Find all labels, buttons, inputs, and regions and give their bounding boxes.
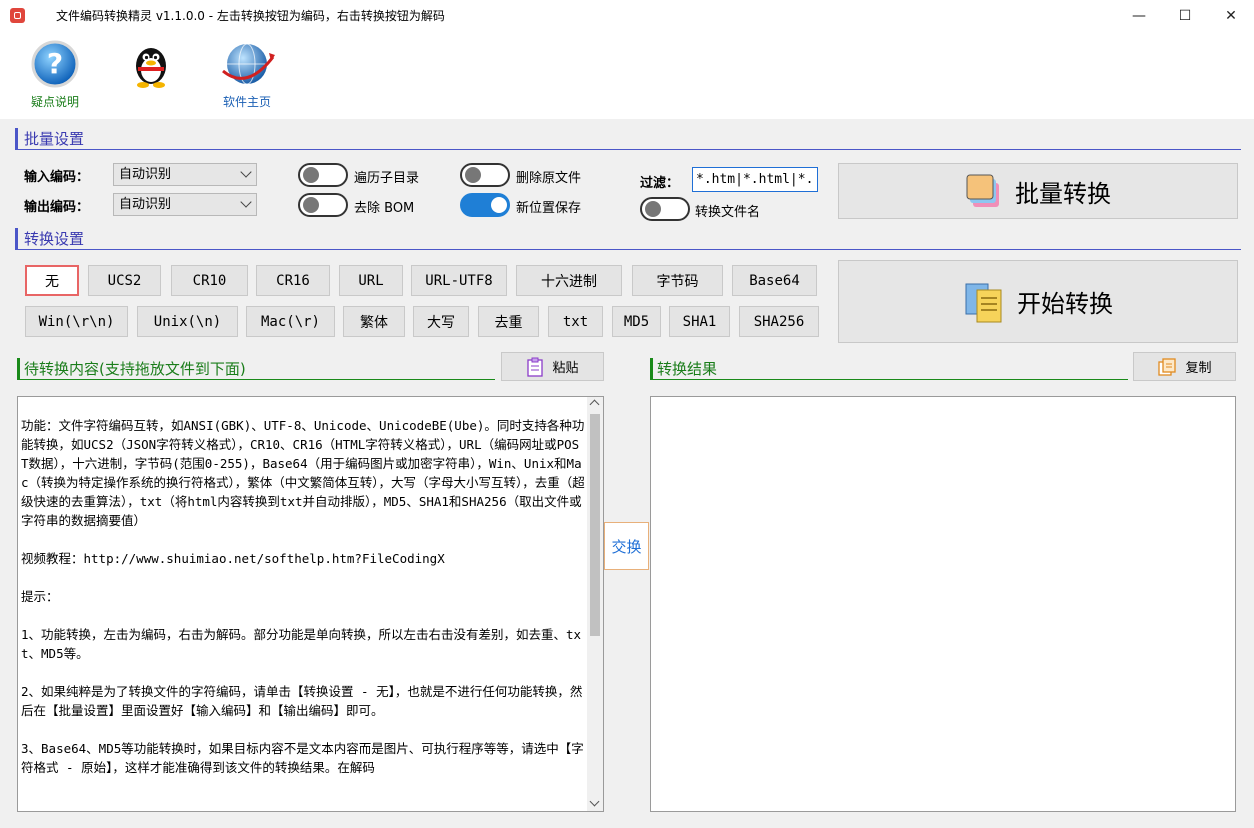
toggle-knob [491, 197, 507, 213]
mode-url-utf8-button[interactable]: URL-UTF8 [411, 265, 507, 296]
toggle-delete-source[interactable] [460, 163, 510, 187]
mode-sha256-button[interactable]: SHA256 [739, 306, 819, 337]
window-title: 文件编码转换精灵 v1.1.0.0 - 左击转换按钮为编码，右击转换按钮为解码 [56, 9, 445, 23]
toggle-newloc-label: 新位置保存 [516, 201, 582, 216]
toggle-delete-label: 删除原文件 [516, 171, 582, 186]
document-icon [965, 283, 1002, 322]
close-icon: ✕ [1225, 7, 1237, 24]
mode-bytecode-button[interactable]: 字节码 [632, 265, 723, 296]
mode-cr10-button[interactable]: CR10 [171, 265, 248, 296]
scroll-up-icon[interactable] [589, 399, 600, 410]
mode-md5-button[interactable]: MD5 [612, 306, 661, 337]
paste-label: 粘贴 [552, 361, 579, 376]
batch-convert-label: 批量转换 [1015, 179, 1111, 208]
convert-section-title: 转换设置 [15, 228, 1241, 250]
mode-ucs2-button[interactable]: UCS2 [88, 265, 161, 296]
app-icon [10, 8, 25, 23]
minimize-icon: — [1132, 7, 1146, 24]
chevron-down-icon [240, 166, 252, 178]
toggle-bom-label: 去除 BOM [354, 201, 415, 216]
maximize-icon: ☐ [1178, 7, 1192, 24]
mode-win-button[interactable]: Win(\r\n) [25, 306, 128, 337]
mode-url-button[interactable]: URL [339, 265, 403, 296]
mode-none-button[interactable]: 无 [25, 265, 79, 296]
start-convert-button[interactable]: 开始转换 [838, 260, 1238, 343]
input-encoding-value: 自动识别 [119, 167, 172, 182]
qq-penguin-icon [136, 48, 166, 88]
scroll-down-icon[interactable] [589, 796, 600, 807]
result-pane-title: 转换结果 [650, 358, 1128, 380]
layers-icon [966, 174, 999, 207]
input-encoding-label: 输入编码： [24, 170, 90, 185]
toolbar: ? 疑点说明 软件主页 [0, 31, 1254, 119]
source-scrollbar[interactable] [587, 397, 603, 811]
toggle-bom[interactable] [298, 193, 348, 217]
toggle-subdirs-label: 遍历子目录 [354, 171, 420, 186]
toggle-knob [645, 201, 661, 217]
filter-label: 过滤： [640, 176, 680, 191]
home-label: 软件主页 [222, 95, 271, 109]
batch-section-title: 批量设置 [15, 128, 1241, 150]
clipboard-icon [527, 357, 544, 377]
toggle-rename-label: 转换文件名 [695, 205, 761, 220]
svg-text:?: ? [47, 47, 63, 80]
maximize-button[interactable]: ☐ [1162, 0, 1208, 31]
source-textarea[interactable]: 功能：文件字符编码互转，如ANSI(GBK)、UTF-8、Unicode、Uni… [17, 396, 604, 812]
result-textarea[interactable] [650, 396, 1236, 812]
mode-traditional-button[interactable]: 繁体 [343, 306, 405, 337]
source-text: 功能：文件字符编码互转，如ANSI(GBK)、UTF-8、Unicode、Uni… [21, 418, 585, 775]
output-encoding-label: 输出编码： [24, 200, 90, 215]
mode-dedupe-button[interactable]: 去重 [478, 306, 539, 337]
help-tool[interactable]: ? 疑点说明 [15, 39, 95, 110]
help-icon: ? [31, 40, 79, 88]
toggle-rename[interactable] [640, 197, 690, 221]
toggle-knob [303, 197, 319, 213]
qq-tool[interactable] [111, 39, 191, 89]
help-label: 疑点说明 [30, 95, 79, 109]
toggle-knob [465, 167, 481, 183]
toggle-new-location[interactable] [460, 193, 510, 217]
output-encoding-value: 自动识别 [119, 197, 172, 212]
mode-uppercase-button[interactable]: 大写 [413, 306, 469, 337]
batch-convert-button[interactable]: 批量转换 [838, 163, 1238, 219]
copy-button[interactable]: 复制 [1133, 352, 1236, 381]
mode-cr16-button[interactable]: CR16 [256, 265, 330, 296]
start-convert-label: 开始转换 [1017, 290, 1113, 318]
output-encoding-select[interactable]: 自动识别 [113, 193, 257, 216]
minimize-button[interactable]: — [1116, 0, 1162, 31]
mode-mac-button[interactable]: Mac(\r) [246, 306, 335, 337]
mode-txt-button[interactable]: txt [548, 306, 603, 337]
mode-unix-button[interactable]: Unix(\n) [137, 306, 238, 337]
swap-button[interactable]: 交换 [604, 522, 649, 570]
paste-button[interactable]: 粘贴 [501, 352, 604, 381]
mode-hex-button[interactable]: 十六进制 [516, 265, 622, 296]
toggle-subdirs[interactable] [298, 163, 348, 187]
chevron-down-icon [240, 196, 252, 208]
filter-input[interactable]: *.htm|*.html|*. [692, 167, 818, 192]
globe-icon [222, 43, 275, 85]
toggle-knob [303, 167, 319, 183]
scrollbar-thumb[interactable] [590, 414, 600, 636]
mode-sha1-button[interactable]: SHA1 [669, 306, 730, 337]
copy-label: 复制 [1185, 361, 1212, 376]
copy-icon [1158, 357, 1177, 376]
mode-base64-button[interactable]: Base64 [732, 265, 817, 296]
close-button[interactable]: ✕ [1208, 0, 1254, 31]
home-tool[interactable]: 软件主页 [207, 39, 287, 110]
source-pane-title: 待转换内容(支持拖放文件到下面) [17, 358, 495, 380]
title-bar: 文件编码转换精灵 v1.1.0.0 - 左击转换按钮为编码，右击转换按钮为解码 … [0, 0, 1254, 31]
input-encoding-select[interactable]: 自动识别 [113, 163, 257, 186]
